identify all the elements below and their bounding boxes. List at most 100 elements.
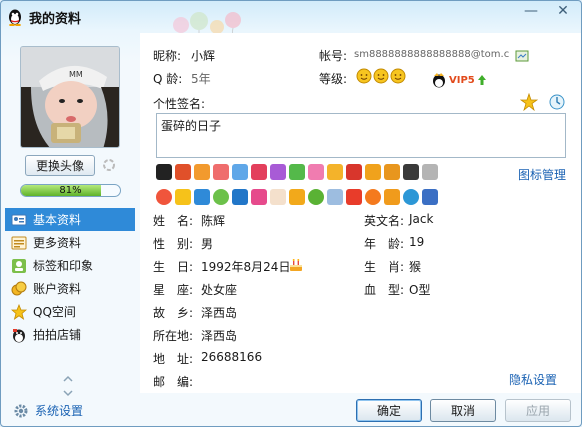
clover-icon[interactable]	[308, 189, 324, 205]
nickname-value[interactable]: 小辉	[191, 47, 215, 64]
close-icon: ✕	[557, 3, 569, 19]
left-panel: MM 更换头像 81% 基本资料 更多资料 标签和印象 账户资料 QQ空间 拍拍…	[2, 33, 139, 397]
sidebar-item-tags[interactable]: 标签和印象	[5, 254, 135, 277]
profile-card-icon	[11, 214, 27, 225]
privacy-settings-link[interactable]: 隐私设置	[509, 371, 557, 388]
english-name-label: 英文名:	[364, 214, 405, 228]
birthday-label: 生 日:	[153, 260, 194, 274]
heart-icon[interactable]	[156, 189, 172, 205]
red-diamond-icon[interactable]	[251, 164, 267, 180]
sidebar-nav: 基本资料 更多资料 标签和印象 账户资料 QQ空间 拍拍店铺	[5, 208, 135, 346]
sidebar-item-label: 标签和印象	[33, 259, 94, 273]
service-icons-row-1	[156, 164, 438, 182]
avatar[interactable]: MM	[20, 46, 120, 148]
sidebar-item-label: 基本资料	[33, 213, 82, 227]
vip-badge[interactable]: VIP5	[431, 72, 487, 88]
qzone-star-icon[interactable]	[175, 189, 191, 205]
apply-button[interactable]: 应用	[505, 399, 571, 422]
svg-text:MM: MM	[69, 70, 83, 79]
postcode-label: 邮 编:	[153, 375, 194, 389]
face-icon[interactable]	[270, 189, 286, 205]
qage-label: Q 龄:	[153, 72, 183, 86]
qq-mail-icon[interactable]	[194, 189, 210, 205]
age-label: 年 龄:	[364, 237, 405, 251]
shop-icon	[13, 328, 25, 342]
gold-shield-icon[interactable]	[384, 189, 400, 205]
address-value: 26688166	[201, 350, 263, 364]
profile-completion-text: 81%	[59, 185, 82, 196]
shield-icon[interactable]	[289, 189, 305, 205]
qq-book-icon[interactable]	[384, 164, 400, 180]
hometown-value: 泽西岛	[201, 306, 238, 320]
gear-icon	[14, 404, 28, 417]
q-plus-icon[interactable]	[232, 189, 248, 205]
chat-bubble-icon[interactable]	[213, 189, 229, 205]
qq-nba-icon[interactable]	[403, 164, 419, 180]
qq-game-icon[interactable]	[175, 164, 191, 180]
qq-tang-icon[interactable]	[346, 164, 362, 180]
qage-value: 5年	[191, 72, 211, 86]
vip-penguin-icon	[433, 73, 445, 88]
signature-history-icon[interactable]	[548, 93, 566, 111]
dialog-footer: 系统设置 确定 取消 应用	[1, 393, 581, 426]
constellation-value: 处女座	[201, 283, 238, 297]
sidebar-item-qzone[interactable]: QQ空间	[5, 300, 135, 323]
sidebar-item-basic-info[interactable]: 基本资料	[5, 208, 135, 231]
name-label: 姓 名:	[153, 214, 194, 228]
signature-text: 蛋碎的日子	[161, 119, 222, 133]
vip-text: VIP5	[449, 74, 475, 86]
blood-type-value: O型	[409, 283, 431, 297]
pink-diamond-icon[interactable]	[308, 164, 324, 180]
gender-label: 性 别:	[153, 237, 194, 251]
diamond-icon[interactable]	[232, 164, 248, 180]
location-value: 泽西岛	[201, 329, 238, 343]
minimize-icon: —	[524, 3, 538, 19]
title-bar[interactable]: 我的资料 — ✕	[1, 1, 581, 47]
location-label: 所在地:	[153, 329, 194, 343]
birthday-value: 1992年8月24日	[201, 260, 291, 274]
birthday-cake-icon[interactable]	[288, 257, 304, 273]
app-icon[interactable]	[251, 189, 267, 205]
envelope-icon[interactable]	[327, 189, 343, 205]
grey-diamond-icon[interactable]	[422, 164, 438, 180]
account-value: sm8888888888888888@tom.c	[354, 49, 510, 60]
change-avatar-button[interactable]: 更换头像	[25, 155, 95, 176]
system-settings-link[interactable]: 系统设置	[13, 402, 83, 419]
loading-spinner-icon	[103, 159, 115, 171]
qq-pet-icon[interactable]	[194, 164, 210, 180]
qq-show-icon[interactable]	[156, 164, 172, 180]
minimize-button[interactable]: —	[517, 1, 545, 21]
yellow-diamond-icon[interactable]	[327, 164, 343, 180]
sidebar-item-paipai[interactable]: 拍拍店铺	[5, 323, 135, 346]
window-title: 我的资料	[29, 12, 82, 27]
green-diamond-icon[interactable]	[289, 164, 305, 180]
star-icon	[11, 303, 27, 320]
gender-value: 男	[201, 237, 214, 251]
copy-account-icon[interactable]	[515, 49, 529, 63]
ok-button[interactable]: 确定	[356, 399, 422, 422]
nickname-label: 昵称:	[153, 49, 182, 63]
cancel-button[interactable]: 取消	[430, 399, 496, 422]
signature-star-icon[interactable]	[520, 93, 538, 111]
icon-manage-link[interactable]: 图标管理	[518, 166, 566, 183]
level-suns-icon	[356, 68, 406, 84]
red-badge-icon[interactable]	[346, 189, 362, 205]
signature-textarea[interactable]: 蛋碎的日子	[156, 113, 566, 158]
sidebar-item-account[interactable]: 账户资料	[5, 277, 135, 300]
more-info-icon	[11, 236, 27, 249]
purple-diamond-icon[interactable]	[270, 164, 286, 180]
zodiac-value: 猴	[409, 260, 422, 274]
qq-speed-icon[interactable]	[365, 164, 381, 180]
profile-main-panel: 昵称: 小辉 帐号: sm8888888888888888@tom.c Q 龄:…	[140, 33, 581, 393]
sidebar-item-label: 拍拍店铺	[33, 328, 82, 342]
level-label: 等级:	[319, 72, 348, 86]
orange-circle-icon[interactable]	[365, 189, 381, 205]
sidebar-item-more-info[interactable]: 更多资料	[5, 231, 135, 254]
qq-music-icon[interactable]	[213, 164, 229, 180]
level-up-arrow-icon	[477, 75, 486, 85]
sidebar-item-label: 更多资料	[33, 236, 82, 250]
profile-completion-bar: 81%	[20, 184, 121, 197]
close-button[interactable]: ✕	[547, 1, 579, 21]
blue-swirl-icon[interactable]	[403, 189, 419, 205]
blue-shield-icon[interactable]	[422, 189, 438, 205]
